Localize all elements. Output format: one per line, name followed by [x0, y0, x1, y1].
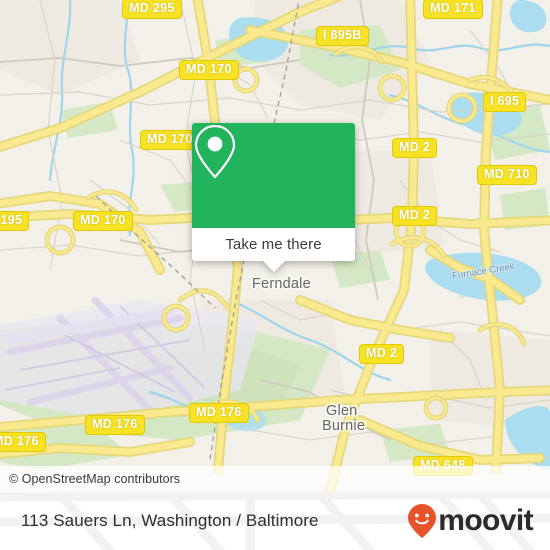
road-shield-md-170-a[interactable]: MD 170	[179, 60, 239, 80]
road-shield-i-895b[interactable]: I 895B	[316, 26, 369, 46]
road-shield-md-170-c[interactable]: MD 170	[73, 211, 133, 231]
road-shield-md-170-b[interactable]: MD 170	[140, 130, 200, 150]
map-pin-icon	[194, 124, 236, 179]
road-shield-md-2-b[interactable]: MD 2	[392, 206, 438, 226]
moovit-logo[interactable]: moovit	[407, 492, 534, 550]
address-text: 113 Sauers Ln, Washington / Baltimore	[21, 511, 319, 530]
road-shield-md-171[interactable]: MD 171	[423, 0, 483, 19]
attribution-text[interactable]: © OpenStreetMap contributors	[0, 472, 180, 486]
road-shield-md-176-a[interactable]: MD 176	[189, 403, 249, 423]
callout-pointer	[262, 261, 285, 272]
callout-card[interactable]: Take me there	[192, 123, 355, 261]
road-shield-md-295[interactable]: MD 295	[122, 0, 182, 19]
road-shield-md-176-c[interactable]: MD 176	[0, 432, 46, 452]
map-attribution-bar: © OpenStreetMap contributors	[0, 466, 550, 492]
take-me-there-label: Take me there	[225, 236, 322, 253]
road-shield-i-195[interactable]: I 195	[0, 211, 30, 231]
take-me-there-callout[interactable]: Take me there	[192, 123, 355, 272]
road-shield-md-710[interactable]: MD 710	[477, 165, 537, 185]
moovit-pin-icon	[408, 504, 437, 538]
map-canvas[interactable]: Ferndale Glen Burnie Furnace Creek MD 29…	[0, 0, 550, 492]
road-shield-md-176-b[interactable]: MD 176	[85, 415, 145, 435]
moovit-wordmark: moovit	[438, 504, 533, 537]
road-shield-md-2-c[interactable]: MD 2	[359, 344, 405, 364]
footer-bar: 113 Sauers Ln, Washington / Baltimore mo…	[0, 492, 550, 550]
callout-pin-panel	[192, 123, 355, 228]
road-shield-md-2-a[interactable]: MD 2	[392, 138, 438, 158]
moovit-map-screenshot: Ferndale Glen Burnie Furnace Creek MD 29…	[0, 0, 550, 550]
road-shield-i-695[interactable]: I 695	[483, 92, 527, 112]
callout-action-bar[interactable]: Take me there	[192, 228, 355, 261]
